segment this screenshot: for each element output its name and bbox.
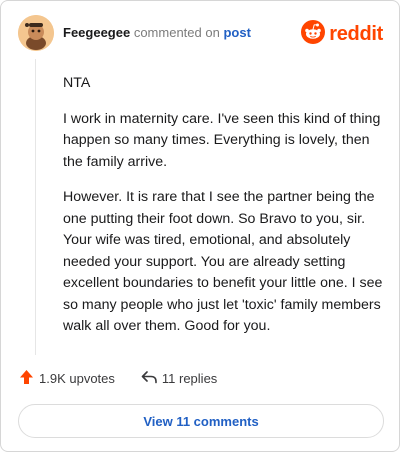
post-link[interactable]: post [223, 25, 250, 40]
upvote-arrow-icon [19, 369, 34, 388]
comment-actions: 1.9K upvotes 11 replies [19, 369, 217, 388]
comment-paragraph: However. It is rare that I see the partn… [63, 189, 383, 334]
comment-card: Feegeegee commented on post reddit NTA I… [0, 0, 400, 452]
reddit-logo-icon [301, 20, 326, 49]
reply-count: 11 replies [161, 371, 218, 386]
upvote-count: 1.9K upvotes [39, 371, 115, 386]
reddit-wordmark: reddit [329, 23, 383, 45]
reddit-logo[interactable]: reddit [301, 20, 383, 49]
comment-header: Feegeegee commented on post [63, 25, 251, 41]
author-name[interactable]: Feegeegee [63, 25, 130, 40]
reply-arrow-icon [141, 370, 157, 387]
upvote-button[interactable]: 1.9K upvotes [19, 369, 115, 388]
comment-body: NTA I work in maternity care. I've seen … [63, 73, 383, 352]
commented-on-text: commented on [133, 25, 220, 40]
replies-button[interactable]: 11 replies [141, 370, 217, 387]
view-comments-button[interactable]: View 11 comments [18, 404, 384, 438]
comment-paragraph: NTA [63, 75, 91, 91]
avatar[interactable] [18, 15, 54, 51]
comment-paragraph: I work in maternity care. I've seen this… [63, 110, 381, 170]
thread-line [35, 59, 36, 355]
